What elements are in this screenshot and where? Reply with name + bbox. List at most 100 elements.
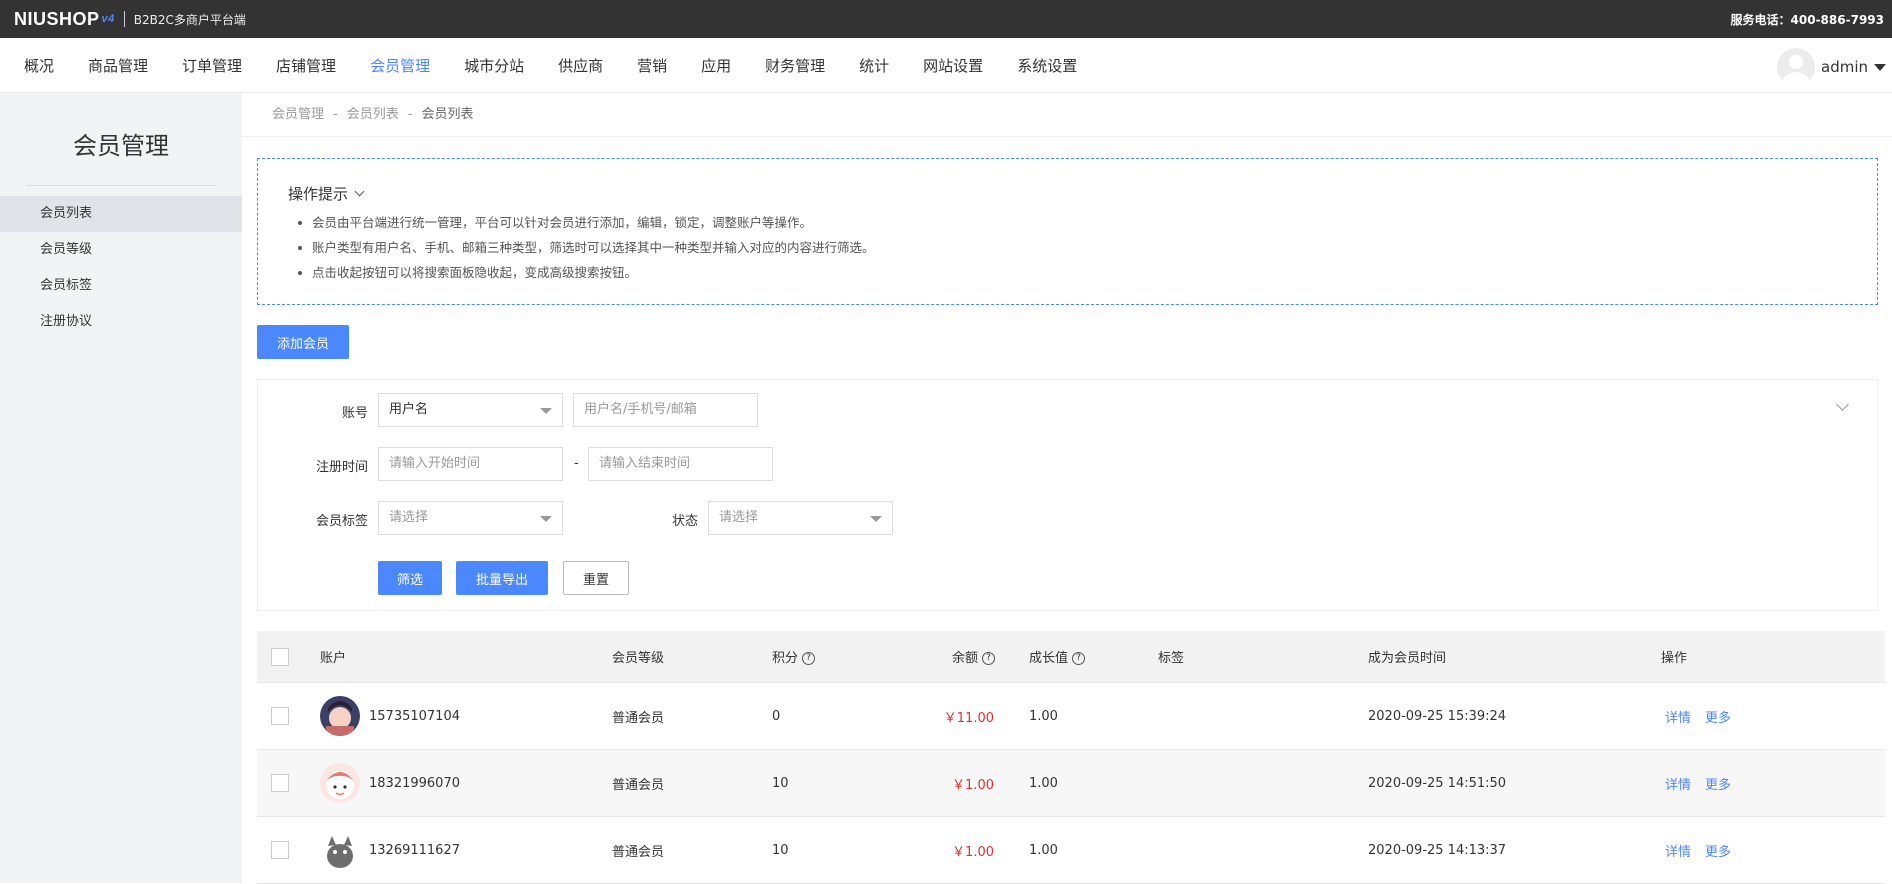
help-icon[interactable]: ? [1072, 652, 1085, 665]
detail-link[interactable]: 详情 [1665, 778, 1691, 793]
help-icon[interactable]: ? [802, 652, 815, 665]
row-checkbox[interactable] [271, 774, 289, 792]
chevron-down-icon [355, 187, 365, 197]
table-header: 账户 会员等级 积分? 余额? 成长值? 标签 成为会员时间 操作 [257, 631, 1885, 683]
status-select-value: 请选择 [719, 510, 758, 525]
member-tag-select[interactable]: 请选择 [378, 501, 563, 535]
sidebar-item-register-agreement[interactable]: 注册协议 [0, 304, 242, 340]
main-content: 会员管理-会员列表-会员列表 操作提示 会员由平台端进行统一管理，平台可以针对会… [242, 93, 1892, 883]
account-type-select[interactable]: 用户名 [378, 393, 563, 427]
dropdown-arrow-icon [540, 516, 552, 522]
nav-item-system-settings[interactable]: 系统设置 [1017, 55, 1077, 76]
breadcrumb-current: 会员列表 [421, 107, 473, 122]
sidebar: 会员管理 会员列表 会员等级 会员标签 注册协议 [0, 93, 242, 883]
header-balance: 余额? [952, 647, 995, 666]
sidebar-item-member-level[interactable]: 会员等级 [0, 232, 242, 268]
nav-item-goods[interactable]: 商品管理 [88, 55, 148, 76]
start-time-input[interactable]: 请输入开始时间 [378, 447, 563, 481]
time-value: 2020-09-25 14:13:37 [1368, 843, 1506, 858]
tips-title: 操作提示 [288, 183, 348, 204]
filter-button[interactable]: 筛选 [378, 561, 442, 595]
tips-panel: 操作提示 会员由平台端进行统一管理，平台可以针对会员进行添加，编辑，锁定，调整账… [257, 158, 1878, 305]
user-menu[interactable]: admin [1777, 48, 1886, 86]
growth-value: 1.00 [1029, 843, 1058, 858]
row-checkbox[interactable] [271, 707, 289, 725]
tag-select-value: 请选择 [389, 510, 428, 525]
time-value: 2020-09-25 15:39:24 [1368, 709, 1506, 724]
growth-value: 1.00 [1029, 776, 1058, 791]
collapse-chevron-icon[interactable] [1836, 398, 1849, 411]
sidebar-title: 会员管理 [26, 93, 216, 186]
dropdown-arrow-icon [870, 516, 882, 522]
nav-item-marketing[interactable]: 营销 [637, 55, 667, 76]
detail-link[interactable]: 详情 [1665, 845, 1691, 860]
header-tag: 标签 [1158, 647, 1184, 666]
niushop-logo[interactable]: NIUSHOP v4 [14, 9, 115, 30]
nav-item-suppliers[interactable]: 供应商 [558, 55, 603, 76]
nav-item-orders[interactable]: 订单管理 [182, 55, 242, 76]
platform-label: B2B2C多商户平台端 [134, 11, 246, 28]
more-link[interactable]: 更多 [1705, 711, 1731, 726]
header-growth: 成长值? [1029, 647, 1085, 666]
avatar [320, 830, 360, 870]
breadcrumb: 会员管理-会员列表-会员列表 [242, 93, 1892, 137]
status-select[interactable]: 请选择 [708, 501, 893, 535]
points-value: 10 [772, 776, 789, 791]
divider [124, 11, 125, 27]
help-icon[interactable]: ? [982, 652, 995, 665]
table-row: 13269111627 普通会员 10 ￥1.00 1.00 2020-09-2… [257, 817, 1885, 884]
range-separator: - [574, 456, 579, 471]
tips-list: 会员由平台端进行统一管理，平台可以针对会员进行添加，编辑，锁定，调整账户等操作。… [288, 210, 1847, 285]
account-type-value: 用户名 [389, 402, 428, 417]
detail-link[interactable]: 详情 [1665, 711, 1691, 726]
nav-item-finance[interactable]: 财务管理 [765, 55, 825, 76]
header-account: 账户 [320, 647, 346, 666]
balance-value: ￥11.00 [914, 707, 994, 726]
tip-item: 点击收起按钮可以将搜索面板隐收起，变成高级搜索按钮。 [298, 260, 1847, 285]
account-value: 15735107104 [369, 709, 460, 724]
tips-toggle[interactable]: 操作提示 [288, 183, 1847, 204]
logo-text: NIUSHOP [14, 9, 100, 30]
row-actions: 详情更多 [1665, 707, 1745, 726]
breadcrumb-sep: - [408, 107, 413, 122]
row-actions: 详情更多 [1665, 774, 1745, 793]
status-label: 状态 [588, 510, 698, 529]
nav-item-members[interactable]: 会员管理 [370, 55, 430, 76]
more-link[interactable]: 更多 [1705, 845, 1731, 860]
logo-version: v4 [102, 13, 115, 25]
more-link[interactable]: 更多 [1705, 778, 1731, 793]
batch-export-button[interactable]: 批量导出 [456, 561, 548, 595]
account-value: 18321996070 [369, 776, 460, 791]
row-actions: 详情更多 [1665, 841, 1745, 860]
nav-item-city-sites[interactable]: 城市分站 [464, 55, 524, 76]
reset-button[interactable]: 重置 [563, 561, 629, 595]
sidebar-item-member-list[interactable]: 会员列表 [0, 196, 242, 232]
header-time: 成为会员时间 [1368, 647, 1446, 666]
add-member-button[interactable]: 添加会员 [257, 325, 349, 359]
points-value: 0 [772, 709, 780, 724]
nav-item-apps[interactable]: 应用 [701, 55, 731, 76]
tag-label: 会员标签 [258, 510, 368, 529]
username: admin [1821, 58, 1868, 76]
avatar [320, 696, 360, 736]
header-points-label: 积分 [772, 651, 798, 666]
sidebar-item-member-tags[interactable]: 会员标签 [0, 268, 242, 304]
tip-item: 账户类型有用户名、手机、邮箱三种类型，筛选时可以选择其中一种类型并输入对应的内容… [298, 235, 1847, 260]
top-bar: NIUSHOP v4 B2B2C多商户平台端 服务电话：400-886-7993 [0, 0, 1892, 38]
header-growth-label: 成长值 [1029, 651, 1068, 666]
nav-item-stats[interactable]: 统计 [859, 55, 889, 76]
table-row: 18321996070 普通会员 10 ￥1.00 1.00 2020-09-2… [257, 750, 1885, 817]
header-ops: 操作 [1661, 647, 1687, 666]
breadcrumb-item[interactable]: 会员列表 [347, 107, 399, 122]
row-checkbox[interactable] [271, 841, 289, 859]
breadcrumb-sep: - [333, 107, 338, 122]
nav-item-shops[interactable]: 店铺管理 [276, 55, 336, 76]
account-search-input[interactable]: 用户名/手机号/邮箱 [573, 393, 758, 427]
header-balance-label: 余额 [952, 651, 978, 666]
breadcrumb-item[interactable]: 会员管理 [272, 107, 324, 122]
nav-item-site-settings[interactable]: 网站设置 [923, 55, 983, 76]
account-value: 13269111627 [369, 843, 460, 858]
end-time-input[interactable]: 请输入结束时间 [588, 447, 773, 481]
nav-item-overview[interactable]: 概况 [24, 55, 54, 76]
select-all-checkbox[interactable] [271, 648, 289, 666]
